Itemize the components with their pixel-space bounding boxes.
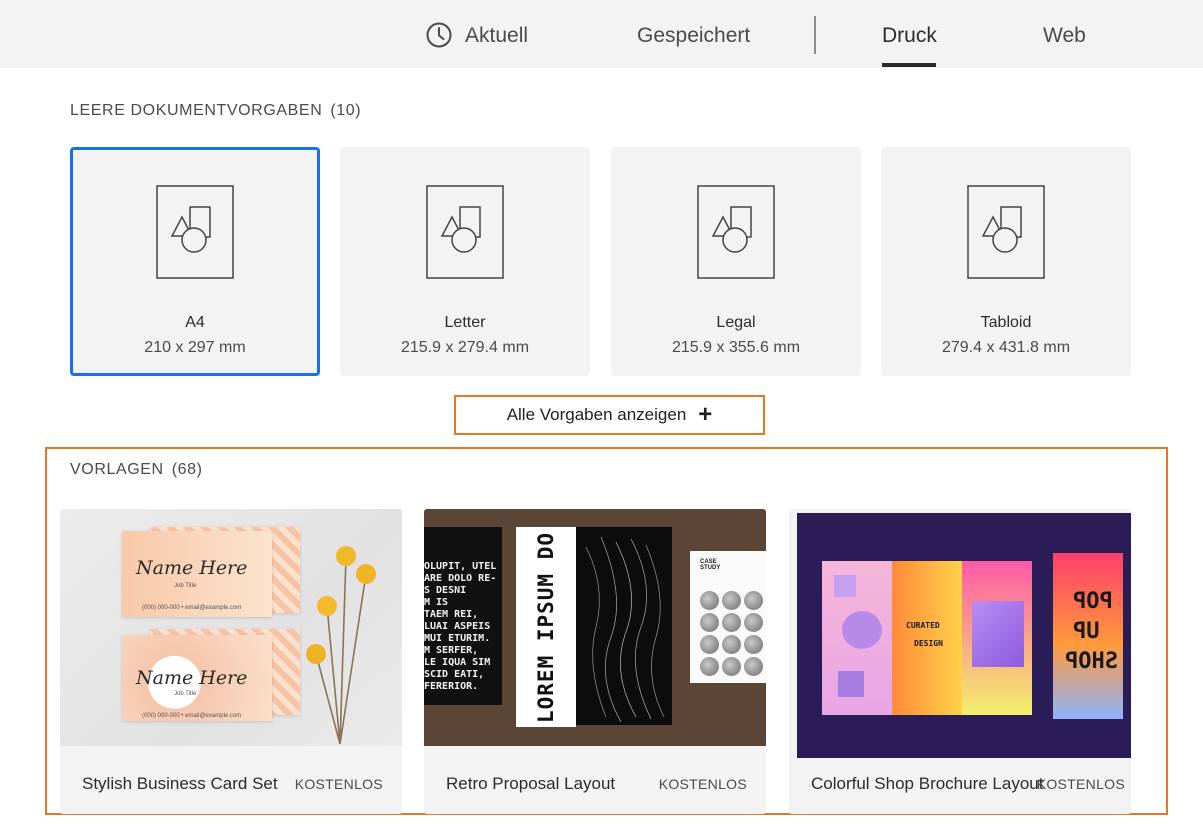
tab-druck[interactable]: Druck <box>882 22 937 50</box>
preset-name: Tabloid <box>980 314 1032 331</box>
template-card-business-cards[interactable]: Name Here Job Title (000) 000-000 • emai… <box>60 509 402 814</box>
template-badge: KOSTENLOS <box>294 776 383 792</box>
tab-gespeichert[interactable]: Gespeichert <box>637 22 750 50</box>
preset-size: 215.9 x 355.6 mm <box>671 339 801 356</box>
thumb-script: Name Here <box>136 557 248 579</box>
template-thumbnail: OLUPIT, UTEL ARE DOLO RE- S DESNI M IS T… <box>424 509 766 746</box>
template-card-retro-proposal[interactable]: OLUPIT, UTEL ARE DOLO RE- S DESNI M IS T… <box>424 509 766 814</box>
templates-title-text: VORLAGEN <box>70 461 164 478</box>
thumb-contact: (000) 000-000 • email@example.com <box>142 713 242 719</box>
brochure-panel <box>962 561 1032 715</box>
show-all-label: Alle Vorgaben anzeigen <box>506 405 687 424</box>
thumb-body-page: OLUPIT, UTEL ARE DOLO RE- S DESNI M IS T… <box>424 527 502 705</box>
top-tab-bar: Aktuell Gespeichert Druck Web <box>0 0 1203 68</box>
preset-card-legal[interactable]: Legal 215.9 x 355.6 mm <box>611 147 861 376</box>
templates-section-title: VORLAGEN (68) <box>70 461 203 479</box>
document-shapes-icon <box>697 185 775 279</box>
preset-size: 210 x 297 mm <box>144 339 246 356</box>
document-shapes-icon <box>426 185 504 279</box>
tab-aktuell[interactable]: Aktuell <box>465 22 528 50</box>
flower-illustration <box>306 546 376 744</box>
document-shapes-icon <box>156 185 234 279</box>
tab-divider <box>814 16 816 54</box>
template-badge: KOSTENLOS <box>1036 776 1125 792</box>
templates-count: (68) <box>171 461 203 478</box>
template-badge: KOSTENLOS <box>658 776 747 792</box>
brochure-panel: POP UP SHOP <box>1053 553 1123 719</box>
business-card-front: Name Here Job Title (000) 000-000 • emai… <box>122 531 272 617</box>
thumb-subtitle: Job Title <box>174 691 197 697</box>
thumb-up: UP <box>1073 619 1100 644</box>
clock-icon <box>426 22 452 48</box>
thumb-shop: SHOP <box>1065 649 1118 674</box>
presets-count: (10) <box>330 102 362 119</box>
thumb-vertical-title: LOREM IPSUM DO <box>534 531 558 723</box>
presets-title-text: LEERE DOKUMENTVORGABEN <box>70 102 323 119</box>
preset-name: Letter <box>444 314 486 331</box>
thumb-case-study-page: CASE STUDY <box>690 551 766 683</box>
presets-section-title: LEERE DOKUMENTVORGABEN (10) <box>70 102 361 120</box>
business-card-front: Name Here Job Title (000) 000-000 • emai… <box>122 635 272 721</box>
preset-card-letter[interactable]: Letter 215.9 x 279.4 mm <box>340 147 590 376</box>
brochure-panel: CURATED DESIGN <box>892 561 962 715</box>
preset-name: A4 <box>185 314 205 331</box>
thumb-case-study: CASE STUDY <box>700 559 721 571</box>
thumb-subtitle: Job Title <box>174 583 197 589</box>
tab-web[interactable]: Web <box>1043 22 1086 50</box>
thumb-contact: (000) 000-000 • email@example.com <box>142 605 242 611</box>
active-tab-indicator <box>882 63 936 67</box>
preset-size: 215.9 x 279.4 mm <box>400 339 530 356</box>
show-all-presets-button[interactable]: Alle Vorgaben anzeigen + <box>454 395 765 435</box>
template-name: Stylish Business Card Set <box>82 774 278 793</box>
brochure-panel <box>822 561 892 715</box>
thumb-pop: POP <box>1073 589 1113 614</box>
template-card-shop-brochure[interactable]: CURATED DESIGN POP UP SHOP Colorful Shop… <box>789 509 1131 814</box>
thumb-wave-page <box>576 527 672 725</box>
template-thumbnail: CURATED DESIGN POP UP SHOP <box>797 513 1131 758</box>
preset-card-a4[interactable]: A4 210 x 297 mm <box>70 147 320 376</box>
thumb-design: DESIGN <box>914 639 943 648</box>
template-name: Retro Proposal Layout <box>446 774 616 793</box>
preset-size: 279.4 x 431.8 mm <box>941 339 1071 356</box>
thumb-script: Name Here <box>136 667 248 689</box>
plus-icon: + <box>698 401 713 428</box>
template-thumbnail: Name Here Job Title (000) 000-000 • emai… <box>60 509 402 746</box>
thumb-curated: CURATED <box>906 621 940 630</box>
preset-name: Legal <box>716 314 756 331</box>
document-shapes-icon <box>967 185 1045 279</box>
thumb-cover-strip: LOREM IPSUM DO <box>516 527 576 727</box>
template-name: Colorful Shop Brochure Layout <box>811 774 1044 793</box>
preset-card-tabloid[interactable]: Tabloid 279.4 x 431.8 mm <box>881 147 1131 376</box>
